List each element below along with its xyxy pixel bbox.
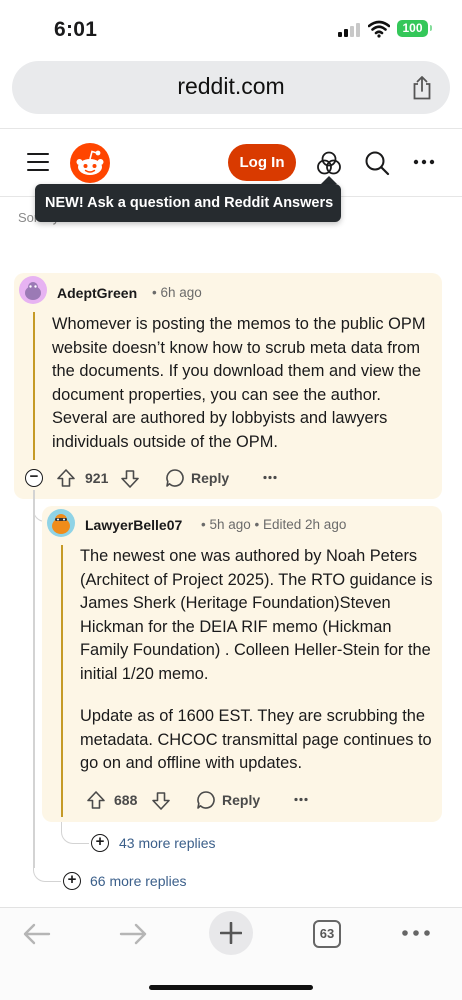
thread-connector: [33, 862, 61, 882]
more-options-icon[interactable]: [294, 797, 308, 802]
downvote-icon[interactable]: [120, 469, 140, 489]
comment-author[interactable]: LawyerBelle07: [85, 517, 182, 533]
more-replies-link[interactable]: 66 more replies: [90, 873, 187, 889]
comment-time: 6h ago: [160, 285, 202, 300]
downvote-icon[interactable]: [151, 791, 171, 811]
thread-line: [33, 312, 35, 460]
back-arrow-icon[interactable]: [22, 922, 52, 946]
home-indicator: [149, 985, 313, 990]
collapse-icon[interactable]: −: [25, 469, 43, 487]
comment-author[interactable]: AdeptGreen: [57, 285, 137, 301]
comment-icon[interactable]: [165, 468, 185, 488]
more-options-icon[interactable]: [263, 475, 277, 480]
reply-button[interactable]: Reply: [222, 787, 260, 813]
status-bar: 6:01 100: [0, 0, 462, 58]
new-tab-button[interactable]: [209, 911, 253, 955]
edited-label: Edited 2h ago: [263, 517, 347, 532]
expand-icon[interactable]: +: [63, 872, 81, 890]
login-button[interactable]: Log In: [228, 144, 296, 181]
reddit-logo[interactable]: [70, 143, 110, 183]
comment-meta: • 6h ago: [152, 285, 202, 300]
thread-line: [33, 490, 35, 868]
comment-actions: 688 Reply: [86, 787, 336, 813]
tabs-icon[interactable]: 63: [313, 920, 341, 948]
url-text[interactable]: reddit.com: [12, 73, 450, 100]
comment-body: Update as of 1600 EST. They are scrubbin…: [80, 707, 432, 773]
answers-icon[interactable]: [316, 150, 342, 176]
vote-count: 921: [85, 470, 109, 486]
hamburger-icon[interactable]: [27, 153, 49, 171]
comment-meta: • 5h ago • Edited 2h ago: [201, 517, 346, 532]
share-icon[interactable]: [412, 75, 432, 100]
comment-body: The newest one was authored by Noah Pete…: [80, 547, 433, 683]
comment-body: Whomever is posting the memos to the pub…: [52, 315, 426, 451]
upvote-icon[interactable]: [86, 790, 106, 810]
status-time: 6:01: [54, 18, 98, 41]
meta-dot: •: [250, 517, 264, 532]
avatar[interactable]: [19, 276, 47, 304]
comment-actions: 921 Reply: [56, 465, 306, 491]
more-replies-link[interactable]: 43 more replies: [119, 835, 216, 851]
menu-icon[interactable]: [401, 929, 431, 937]
comment-icon[interactable]: [196, 790, 216, 810]
avatar[interactable]: [47, 509, 75, 537]
forward-arrow-icon[interactable]: [118, 922, 148, 946]
thread-connector: [61, 822, 89, 844]
wifi-icon: [368, 20, 390, 38]
url-bar[interactable]: reddit.com: [12, 61, 450, 114]
thread-line: [61, 545, 63, 817]
signal-icon: [338, 23, 362, 37]
expand-icon[interactable]: +: [91, 834, 109, 852]
battery-tip: [430, 25, 432, 31]
more-icon[interactable]: [413, 155, 435, 169]
tooltip-arrow: [321, 176, 337, 184]
reply-button[interactable]: Reply: [191, 465, 229, 491]
upvote-icon[interactable]: [56, 468, 76, 488]
divider: [0, 128, 462, 129]
answers-tooltip[interactable]: NEW! Ask a question and Reddit Answers: [35, 184, 341, 222]
comment-time: 5h ago: [209, 517, 251, 532]
vote-count: 688: [114, 792, 138, 808]
search-icon[interactable]: [364, 150, 390, 176]
battery-indicator: 100: [397, 20, 428, 37]
plus-icon: [220, 922, 242, 944]
